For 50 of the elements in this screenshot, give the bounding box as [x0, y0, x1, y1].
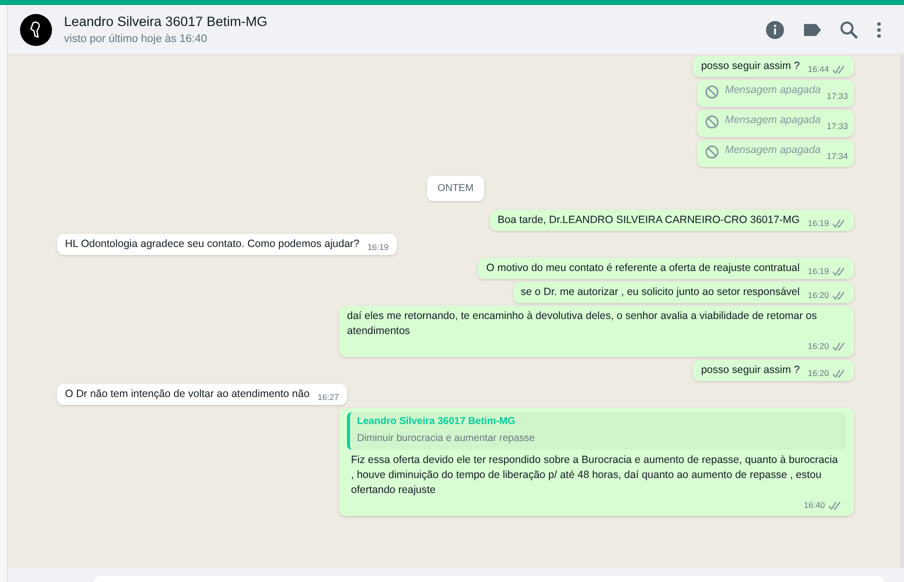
- info-icon[interactable]: [765, 20, 785, 40]
- sent-message-bubble[interactable]: se o Dr. me autorizar , eu solicito junto ao setor responsável 16:20: [512, 282, 854, 303]
- prohibited-icon: [704, 85, 719, 99]
- sent-message-bubble[interactable]: daí eles me retornando, te encaminho à devolutiva deles, o senhor avalia a viabilidade de retomar os atendimentos 16:20: [339, 306, 854, 357]
- sent-message-bubble[interactable]: Mensagem apagada 17:34: [696, 140, 854, 167]
- message-time: 16:20: [808, 367, 829, 380]
- avatar[interactable]: [20, 14, 52, 46]
- message-text: Mensagem apagada: [724, 83, 821, 98]
- quote-text: Diminuir burocracia e aumentar repasse: [357, 432, 536, 446]
- search-icon[interactable]: [839, 20, 859, 40]
- sent-message-bubble[interactable]: Mensagem apagada 17:33: [696, 110, 854, 137]
- message-time: 16:27: [318, 391, 339, 404]
- message-text: Mensagem apagada: [724, 113, 821, 128]
- message-text: posso seguir assim ?: [701, 363, 800, 378]
- sent-message-bubble[interactable]: posso seguir assim ? 16:44: [693, 56, 854, 77]
- prohibited-icon: [704, 145, 719, 159]
- menu-icon[interactable]: [876, 20, 882, 38]
- contact-name: Leandro Silveira 36017 Betim-MG: [64, 12, 268, 30]
- message-time: 17:33: [826, 120, 848, 133]
- prohibited-icon: [704, 115, 719, 129]
- message-text: HL Odontologia agradece seu contato. Como podemos ajudar?: [65, 237, 360, 252]
- message-time: 16:40: [804, 499, 825, 512]
- message-time: 17:33: [826, 90, 848, 103]
- message-text: daí eles me retornando, te encaminho à devolutiva deles, o senhor avalia a viabilidade de retomar os atendimentos: [347, 310, 817, 337]
- label-tag-icon[interactable]: [802, 22, 822, 38]
- message-text: O motivo do meu contato é referente a oferta de reajuste contratual: [486, 261, 800, 276]
- message-text: Mensagem apagada: [724, 143, 821, 158]
- last-seen-status: visto por último hoje às 16:40: [64, 32, 208, 46]
- message-time: 16:44: [808, 63, 829, 76]
- sent-message-bubble[interactable]: Boa tarde, Dr.LEANDRO SILVEIRA CARNEIRO-CRO 36017-MG 16:19: [490, 210, 854, 231]
- quoted-message[interactable]: Leandro Silveira 36017 Betim-MG Diminuir burocracia e aumentar repasse: [347, 412, 846, 450]
- message-time: 16:19: [367, 241, 389, 254]
- received-message-bubble[interactable]: HL Odontologia agradece seu contato. Como podemos ajudar? 16:19: [57, 234, 397, 255]
- sent-message-bubble[interactable]: posso seguir assim ? 16:20: [693, 360, 854, 381]
- message-time: 16:20: [808, 340, 829, 353]
- message-time: 16:19: [808, 265, 829, 278]
- message-time: 17:34: [826, 150, 848, 163]
- message-text: se o Dr. me autorizar , eu solicito junto ao setor responsável: [520, 285, 800, 300]
- quote-author: Leandro Silveira 36017 Betim-MG: [357, 415, 516, 429]
- message-text: Boa tarde, Dr.LEANDRO SILVEIRA CARNEIRO-CRO 36017-MG: [498, 213, 800, 228]
- message-text: O Dr não tem intenção de voltar ao atendimento não: [65, 387, 310, 402]
- received-message-bubble[interactable]: O Dr não tem intenção de voltar ao atendimento não 16:27: [57, 384, 347, 405]
- message-time: 16:19: [808, 217, 829, 230]
- date-chip: ONTEM: [427, 176, 484, 201]
- sent-message-bubble[interactable]: O motivo do meu contato é referente a oferta de reajuste contratual 16:19: [478, 258, 854, 279]
- message-text: Fiz essa oferta devido ele ter respondido sobre a Burocracia e aumento de repasse, quanto à burocracia , houve diminuição do tempo de liberação p/ até 48 horas, daí quanto ao aumento de repasse , estou ofertando reajuste: [351, 454, 838, 496]
- sent-message-bubble[interactable]: [339, 408, 854, 516]
- message-text: posso seguir assim ?: [701, 59, 800, 74]
- sent-message-bubble[interactable]: Mensagem apagada 17:33: [696, 80, 854, 107]
- message-time: 16:20: [808, 289, 829, 302]
